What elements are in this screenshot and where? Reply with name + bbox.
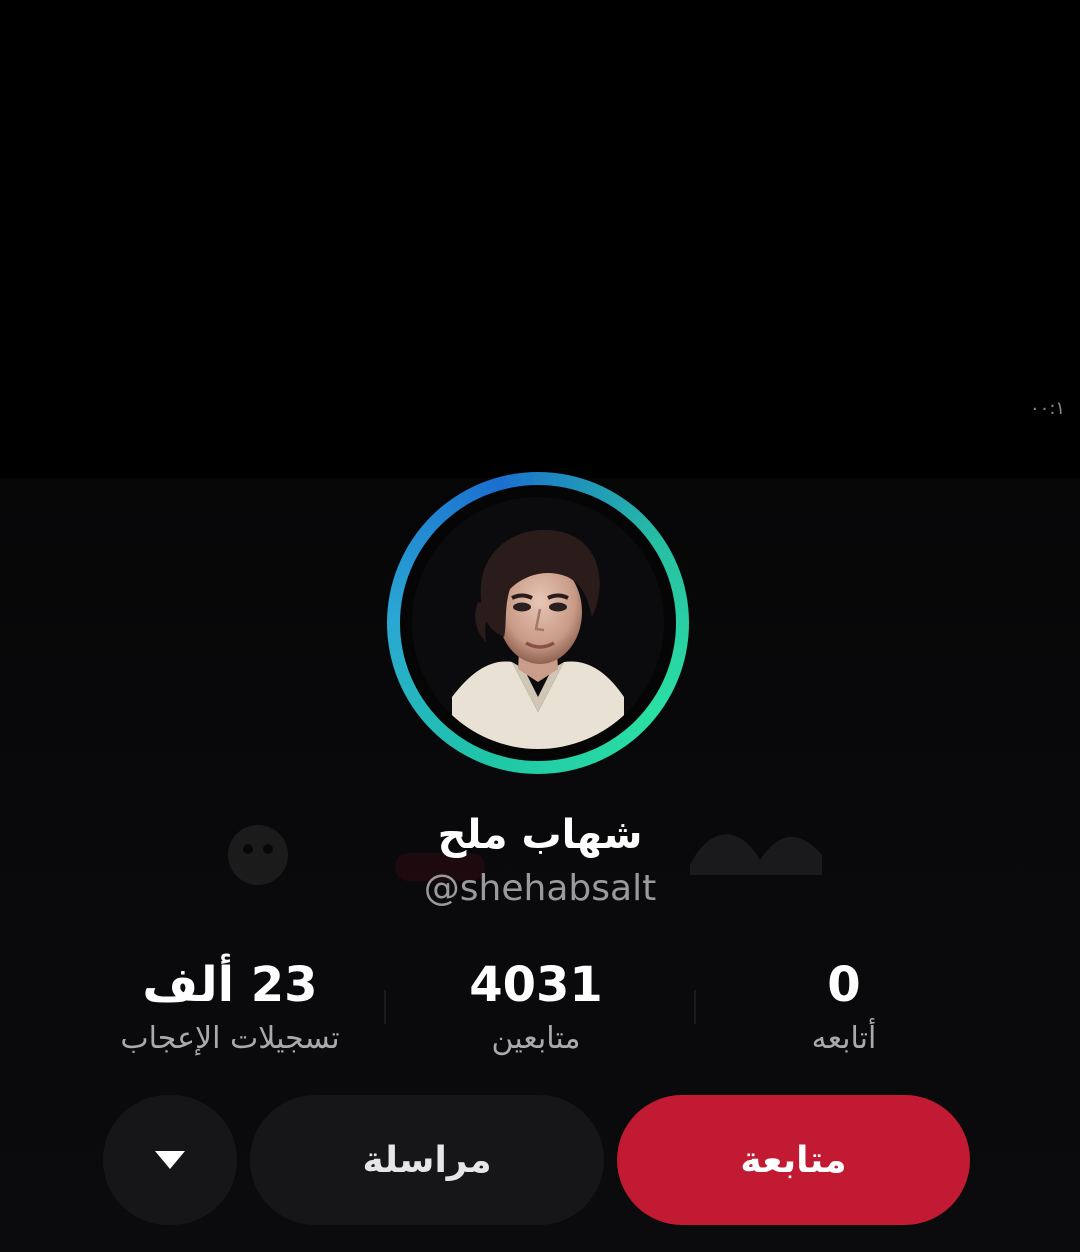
- profile-display-name: شهاب ملح: [437, 812, 643, 858]
- avatar-portrait-image: [412, 497, 664, 749]
- message-button[interactable]: مراسلة: [250, 1095, 604, 1225]
- stat-following[interactable]: 0 أتابعه: [694, 955, 994, 1056]
- follow-button[interactable]: متابعة: [617, 1095, 970, 1225]
- stat-followers-label: متابعين: [491, 1021, 581, 1056]
- profile-username: @shehabsalt: [423, 868, 657, 909]
- stat-followers-value: 4031: [469, 957, 603, 1013]
- stat-following-value: 0: [827, 957, 861, 1013]
- stat-likes-label: تسجيلات الإعجاب: [120, 1021, 340, 1056]
- stat-following-label: أتابعه: [811, 1021, 877, 1056]
- profile-screen: ٠٠:١ شهاب ملح @shehabsalt 23 ألف تسجيلات…: [0, 0, 1080, 1252]
- stat-likes: 23 ألف تسجيلات الإعجاب: [80, 955, 380, 1056]
- more-options-button[interactable]: [103, 1095, 237, 1225]
- status-time-fragment: ٠٠:١: [1030, 398, 1066, 419]
- avatar[interactable]: [412, 497, 664, 749]
- stat-followers[interactable]: 4031 متابعين: [386, 955, 686, 1056]
- caret-down-icon: [155, 1151, 185, 1169]
- stat-likes-value: 23 ألف: [142, 957, 318, 1013]
